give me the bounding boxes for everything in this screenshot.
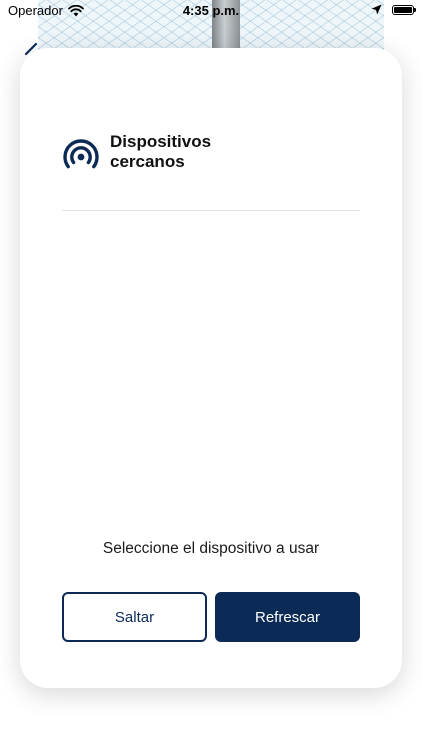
skip-button[interactable]: Saltar	[62, 592, 207, 642]
signal-broadcast-icon	[63, 139, 99, 169]
page-title: Dispositivos cercanos	[110, 132, 212, 171]
device-selection-card: Dispositivos cercanos Seleccione el disp…	[20, 48, 402, 688]
status-bar: Operador 4:35 p.m.	[0, 0, 422, 22]
status-time: 4:35 p.m.	[182, 3, 240, 18]
battery-icon	[392, 4, 416, 15]
instruction-text: Seleccione el dispositivo a usar	[102, 540, 320, 557]
screen: Operador 4:35 p.m. Dispositivos cercanos…	[0, 0, 422, 750]
location-arrow-icon	[371, 4, 382, 15]
refresh-button[interactable]: Refrescar	[215, 592, 360, 642]
header-divider	[62, 210, 360, 211]
status-indicators	[371, 4, 416, 15]
card-header: Dispositivos cercanos	[62, 132, 240, 172]
